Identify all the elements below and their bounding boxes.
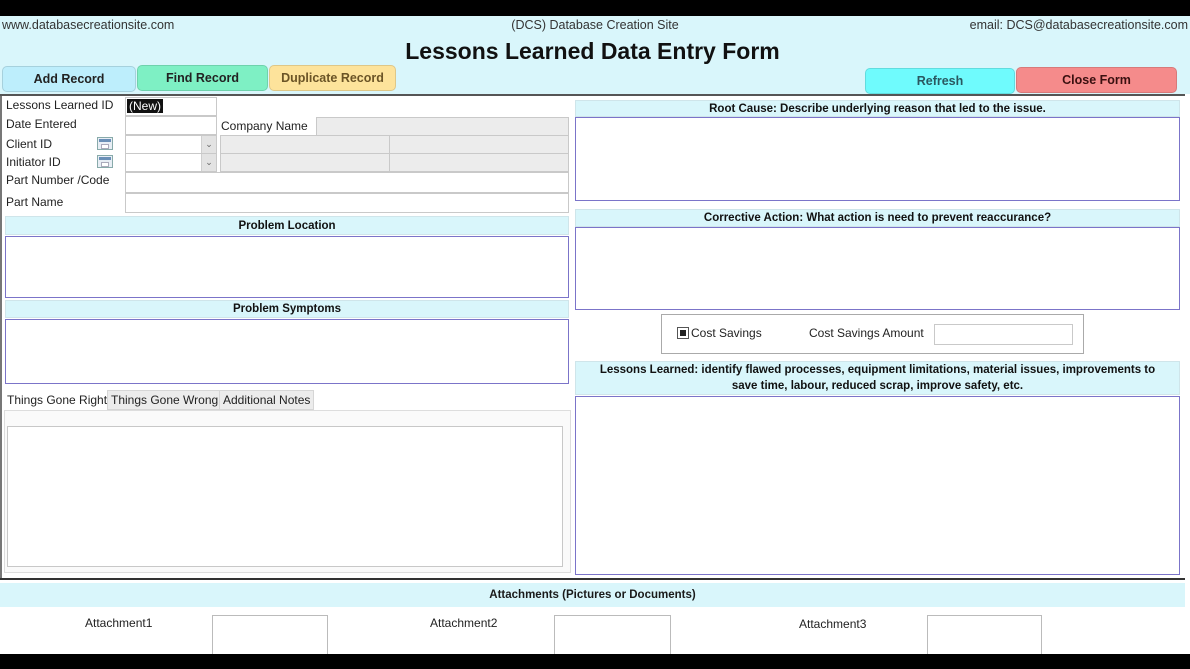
problem-symptoms-field[interactable] [5,319,569,384]
root-cause-heading: Root Cause: Describe underlying reason t… [575,100,1180,117]
form-window: www.databasecreationsite.com (DCS) Datab… [0,16,1190,654]
problem-symptoms-heading: Problem Symptoms [5,300,569,318]
corrective-action-heading: Corrective Action: What action is need t… [575,209,1180,227]
attachment2-field[interactable] [554,615,671,654]
cost-savings-amount-label: Cost Savings Amount [809,326,924,340]
header-divider [0,94,1185,96]
problem-location-field[interactable] [5,236,569,298]
initiator-info-field-2 [389,153,569,172]
page-title: Lessons Learned Data Entry Form [405,38,780,64]
company-name-label: Company Name [221,119,308,133]
site-email: email: DCS@databasecreationsite.com [969,18,1188,32]
chevron-down-icon[interactable]: ⌄ [201,136,216,153]
attachment2-label: Attachment2 [430,616,498,630]
chevron-down-icon[interactable]: ⌄ [201,154,216,171]
calendar-icon[interactable] [97,155,113,168]
attachments-divider [0,578,1185,580]
things-gone-right-field[interactable] [7,426,563,567]
attachment1-field[interactable] [212,615,328,654]
client-info-field-1 [220,135,390,154]
tab-things-gone-wrong[interactable]: Things Gone Wrong [107,390,223,410]
find-record-button[interactable]: Find Record [137,65,268,91]
date-entered-field[interactable] [125,116,217,135]
cost-savings-label: Cost Savings [691,326,762,340]
left-border [0,96,2,578]
refresh-button[interactable]: Refresh [865,68,1015,94]
calendar-icon[interactable] [97,137,113,150]
part-name-field[interactable] [125,193,569,213]
cost-savings-checkbox[interactable] [677,327,689,339]
part-name-label: Part Name [6,195,64,209]
attachment1-label: Attachment1 [85,616,153,630]
client-info-field-2 [389,135,569,154]
client-id-dropdown[interactable]: ⌄ [125,135,217,154]
close-form-button[interactable]: Close Form [1016,67,1177,93]
initiator-id-label: Initiator ID [6,155,61,169]
problem-location-heading: Problem Location [5,216,569,235]
initiator-info-field-1 [220,153,390,172]
company-name-field [316,117,569,136]
lessons-learned-id-value: (New) [127,99,163,113]
lessons-learned-heading: Lessons Learned: identify flawed process… [575,361,1180,395]
add-record-button[interactable]: Add Record [2,66,136,92]
cost-savings-amount-field[interactable] [934,324,1073,345]
corrective-action-field[interactable] [575,227,1180,310]
part-number-field[interactable] [125,172,569,193]
part-number-label: Part Number /Code [6,173,110,187]
duplicate-record-button[interactable]: Duplicate Record [269,65,396,91]
attachment3-label: Attachment3 [799,617,867,631]
lessons-learned-id-field[interactable]: (New) [125,97,217,116]
attachment3-field[interactable] [927,615,1042,654]
initiator-id-dropdown[interactable]: ⌄ [125,153,217,172]
lessons-learned-field[interactable] [575,396,1180,575]
tab-things-gone-right[interactable]: Things Gone Right [4,390,111,410]
client-id-label: Client ID [6,137,53,151]
form-header: www.databasecreationsite.com (DCS) Datab… [0,16,1190,94]
lessons-learned-id-label: Lessons Learned ID [6,98,114,112]
attachments-heading: Attachments (Pictures or Documents) [0,583,1185,607]
date-entered-label: Date Entered [6,117,77,131]
tab-additional-notes[interactable]: Additional Notes [219,390,315,410]
root-cause-field[interactable] [575,117,1180,201]
